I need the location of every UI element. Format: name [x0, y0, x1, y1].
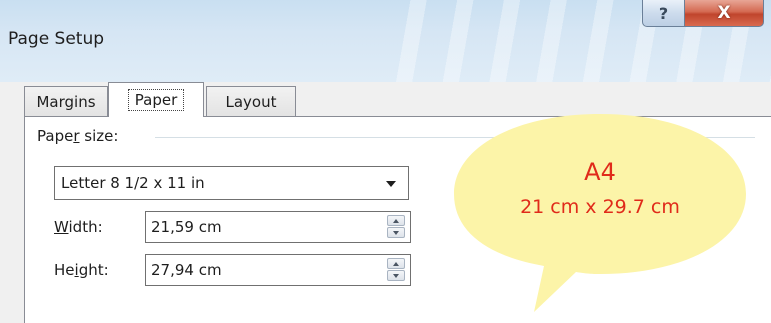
paper-size-dropdown[interactable]: Letter 8 1/2 x 11 in — [54, 166, 409, 200]
width-label: Width: — [54, 218, 103, 236]
dropdown-arrow-icon — [386, 181, 396, 187]
paper-size-group-label: Paper size: — [37, 127, 127, 145]
help-icon: ? — [658, 3, 669, 23]
close-button[interactable]: X — [684, 0, 764, 27]
height-spin-buttons — [387, 258, 405, 282]
height-spinbox[interactable]: 27,94 cm — [145, 254, 411, 286]
window-title: Page Setup — [8, 29, 105, 49]
height-label: Height: — [54, 261, 109, 279]
help-button[interactable]: ? — [642, 0, 685, 27]
width-spin-buttons — [387, 215, 405, 239]
a4-callout-bubble: A4 21 cm x 29.7 cm — [448, 106, 752, 318]
tab-margins[interactable]: Margins — [24, 86, 108, 116]
paper-size-value: Letter 8 1/2 x 11 in — [61, 174, 205, 192]
tab-layout-label: Layout — [225, 92, 277, 111]
accelerator-key: W — [54, 218, 69, 236]
callout-paper-dimensions: 21 cm x 29.7 cm — [520, 196, 680, 218]
width-increment-icon[interactable] — [387, 215, 405, 226]
tab-margins-label: Margins — [36, 92, 96, 111]
tab-paper-label: Paper — [127, 89, 185, 111]
height-value: 27,94 cm — [151, 261, 222, 279]
width-spinbox[interactable]: 21,59 cm — [145, 211, 411, 243]
title-bar: Page Setup ? X — [0, 0, 771, 82]
callout-paper-name: A4 — [584, 158, 616, 186]
width-value: 21,59 cm — [151, 218, 222, 236]
height-increment-icon[interactable] — [387, 258, 405, 269]
width-decrement-icon[interactable] — [387, 227, 405, 238]
tab-paper[interactable]: Paper — [108, 82, 204, 117]
close-icon: X — [717, 3, 731, 23]
tab-layout[interactable]: Layout — [206, 86, 296, 116]
height-decrement-icon[interactable] — [387, 270, 405, 281]
